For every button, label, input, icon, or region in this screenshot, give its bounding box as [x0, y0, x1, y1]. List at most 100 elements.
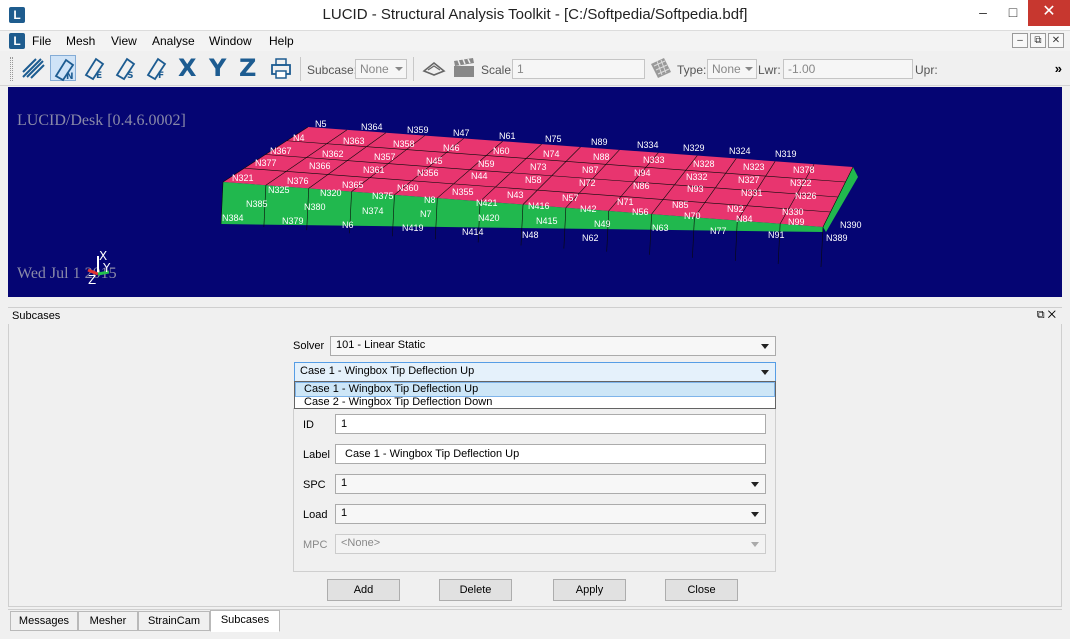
- upr-label: Upr:: [915, 63, 938, 77]
- subcase-label: Subcase:: [307, 63, 358, 77]
- apply-button[interactable]: Apply: [553, 579, 626, 601]
- menu-analyse[interactable]: Analyse: [152, 34, 195, 48]
- node-label: N93: [687, 184, 704, 195]
- node-label: N384: [222, 213, 244, 223]
- model-viewport[interactable]: N5 N364 N359 N47 N61 N75 N89 N334 N329 N324 N319 N4…: [8, 87, 1062, 297]
- load-select[interactable]: 1: [335, 504, 766, 524]
- mdi-minimize-button[interactable]: –: [1012, 33, 1028, 48]
- subcase-select[interactable]: None: [355, 59, 407, 79]
- node-label: N77: [710, 226, 727, 237]
- scale-input[interactable]: 1: [512, 59, 645, 79]
- label-input[interactable]: Case 1 - Wingbox Tip Deflection Up: [335, 444, 766, 464]
- node-label: N421: [476, 197, 498, 208]
- node-label: N379: [282, 216, 304, 227]
- solver-select-value: 101 - Linear Static: [336, 339, 426, 351]
- tab-straincam[interactable]: StrainCam: [138, 611, 210, 631]
- chevron-down-icon: [751, 482, 759, 487]
- node-label: N420: [478, 212, 500, 223]
- node-label: N389: [826, 233, 848, 243]
- mdi-app-icon[interactable]: L: [9, 33, 25, 49]
- chevron-down-icon: [745, 67, 753, 71]
- contour-type-icon[interactable]: [648, 55, 674, 81]
- chevron-down-icon: [395, 67, 403, 71]
- svg-text:E: E: [96, 71, 102, 81]
- printer-icon[interactable]: [268, 55, 294, 81]
- menu-window[interactable]: Window: [209, 34, 252, 48]
- tab-subcases[interactable]: Subcases: [210, 610, 280, 632]
- menu-help[interactable]: Help: [269, 34, 294, 48]
- case-option[interactable]: Case 1 - Wingbox Tip Deflection Up: [295, 382, 775, 397]
- node-label: N8: [424, 194, 436, 205]
- node-label: N331: [741, 187, 763, 198]
- type-label: Type:: [677, 63, 707, 77]
- node-label: N92: [727, 203, 744, 214]
- node-label: N85: [672, 200, 689, 211]
- type-select[interactable]: None: [707, 59, 757, 79]
- view-y-button[interactable]: Y: [209, 55, 226, 81]
- node-label: N99: [788, 217, 805, 227]
- close-window-button[interactable]: ✕: [1028, 0, 1070, 26]
- node-label: N329: [683, 143, 705, 153]
- panel-dock-close-buttons[interactable]: ⧉ ✕: [1037, 309, 1056, 322]
- node-label: N5: [315, 119, 327, 129]
- animate-clapper-icon[interactable]: [451, 55, 477, 81]
- menu-mesh[interactable]: Mesh: [66, 34, 95, 48]
- node-label: N334: [637, 140, 659, 150]
- node-label: N357: [374, 152, 396, 163]
- node-label: N48: [522, 230, 539, 240]
- case-select[interactable]: Case 1 - Wingbox Tip Deflection Up: [294, 362, 776, 382]
- node-label: N355: [452, 186, 474, 197]
- spc-select[interactable]: 1: [335, 474, 766, 494]
- add-button[interactable]: Add: [327, 579, 400, 601]
- node-label: N415: [536, 216, 558, 226]
- svg-text:S: S: [127, 71, 133, 81]
- mdi-restore-button[interactable]: ⧉: [1030, 33, 1046, 48]
- node-label: N366: [309, 161, 331, 172]
- view-z-button[interactable]: Z: [239, 55, 256, 81]
- axis-y-label: Y: [102, 261, 111, 275]
- label-spc-icon[interactable]: S: [112, 55, 138, 81]
- maximize-button[interactable]: □: [998, 0, 1028, 26]
- label-elements-icon[interactable]: E: [81, 55, 107, 81]
- node-label: N327: [738, 174, 760, 185]
- case-option[interactable]: Case 2 - Wingbox Tip Deflection Down: [296, 396, 774, 409]
- solver-label: Solver: [293, 340, 325, 352]
- solver-select[interactable]: 101 - Linear Static: [330, 336, 776, 356]
- node-label: N385: [246, 199, 268, 209]
- lwr-input[interactable]: -1.00: [783, 59, 913, 79]
- view-x-button[interactable]: X: [178, 55, 197, 81]
- menu-view[interactable]: View: [111, 34, 137, 48]
- node-label: N4: [293, 133, 305, 143]
- minimize-button[interactable]: –: [968, 0, 998, 26]
- label-forces-icon[interactable]: F: [143, 55, 169, 81]
- delete-button[interactable]: Delete: [439, 579, 512, 601]
- mpc-select-value: <None>: [341, 537, 381, 549]
- toolbar-grip[interactable]: [10, 57, 13, 81]
- node-label: N322: [790, 178, 812, 188]
- close-button[interactable]: Close: [665, 579, 738, 601]
- deform-icon[interactable]: [421, 55, 447, 81]
- node-label: N356: [417, 167, 439, 178]
- mdi-controls: – ⧉ ✕: [1012, 33, 1064, 48]
- node-label: N91: [768, 229, 785, 240]
- toolbar-overflow-button[interactable]: »: [1055, 61, 1062, 76]
- node-label: N58: [525, 174, 542, 185]
- id-input[interactable]: 1: [335, 414, 766, 434]
- menu-file[interactable]: File: [32, 34, 51, 48]
- spc-label: SPC: [303, 479, 326, 491]
- node-label: N378: [793, 165, 815, 175]
- toolbar-separator: [300, 57, 301, 81]
- node-label: N88: [593, 152, 610, 163]
- node-label: N332: [686, 171, 708, 182]
- tab-mesher[interactable]: Mesher: [78, 611, 138, 631]
- label-nodes-icon[interactable]: N: [50, 55, 76, 82]
- display-mode-icon[interactable]: [20, 55, 46, 81]
- toolbar-separator: [413, 57, 414, 81]
- node-label: N94: [634, 168, 651, 179]
- svg-text:F: F: [158, 71, 164, 81]
- node-label: N44: [471, 171, 488, 182]
- mdi-close-button[interactable]: ✕: [1048, 33, 1064, 48]
- tab-messages[interactable]: Messages: [10, 611, 78, 631]
- title-bar: L LUCID - Structural Analysis Toolkit - …: [0, 0, 1070, 31]
- node-label: N46: [443, 142, 460, 153]
